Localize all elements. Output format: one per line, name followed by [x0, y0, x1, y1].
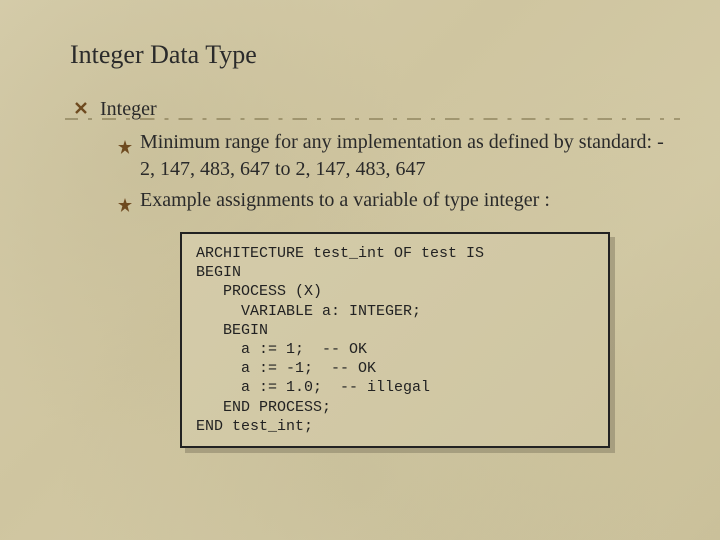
- code-block-container: ARCHITECTURE test_int OF test IS BEGIN P…: [180, 232, 610, 448]
- cross-stitch-icon: [74, 101, 88, 115]
- code-block: ARCHITECTURE test_int OF test IS BEGIN P…: [180, 232, 610, 448]
- star-icon: [118, 193, 132, 207]
- bullet-l2a-text: Minimum range for any implementation as …: [140, 131, 664, 180]
- bullet-level2: Minimum range for any implementation as …: [118, 129, 670, 183]
- bullet-l2b-text: Example assignments to a variable of typ…: [140, 189, 550, 211]
- star-icon: [118, 135, 132, 149]
- code-text: ARCHITECTURE test_int OF test IS BEGIN P…: [196, 244, 594, 436]
- slide: Integer Data Type Integer Minimum range …: [0, 0, 720, 540]
- bullet-l1-text: Integer: [100, 98, 157, 120]
- bullet-level1: Integer: [82, 98, 670, 121]
- slide-title: Integer Data Type: [70, 40, 670, 70]
- bullet-level2: Example assignments to a variable of typ…: [118, 187, 670, 214]
